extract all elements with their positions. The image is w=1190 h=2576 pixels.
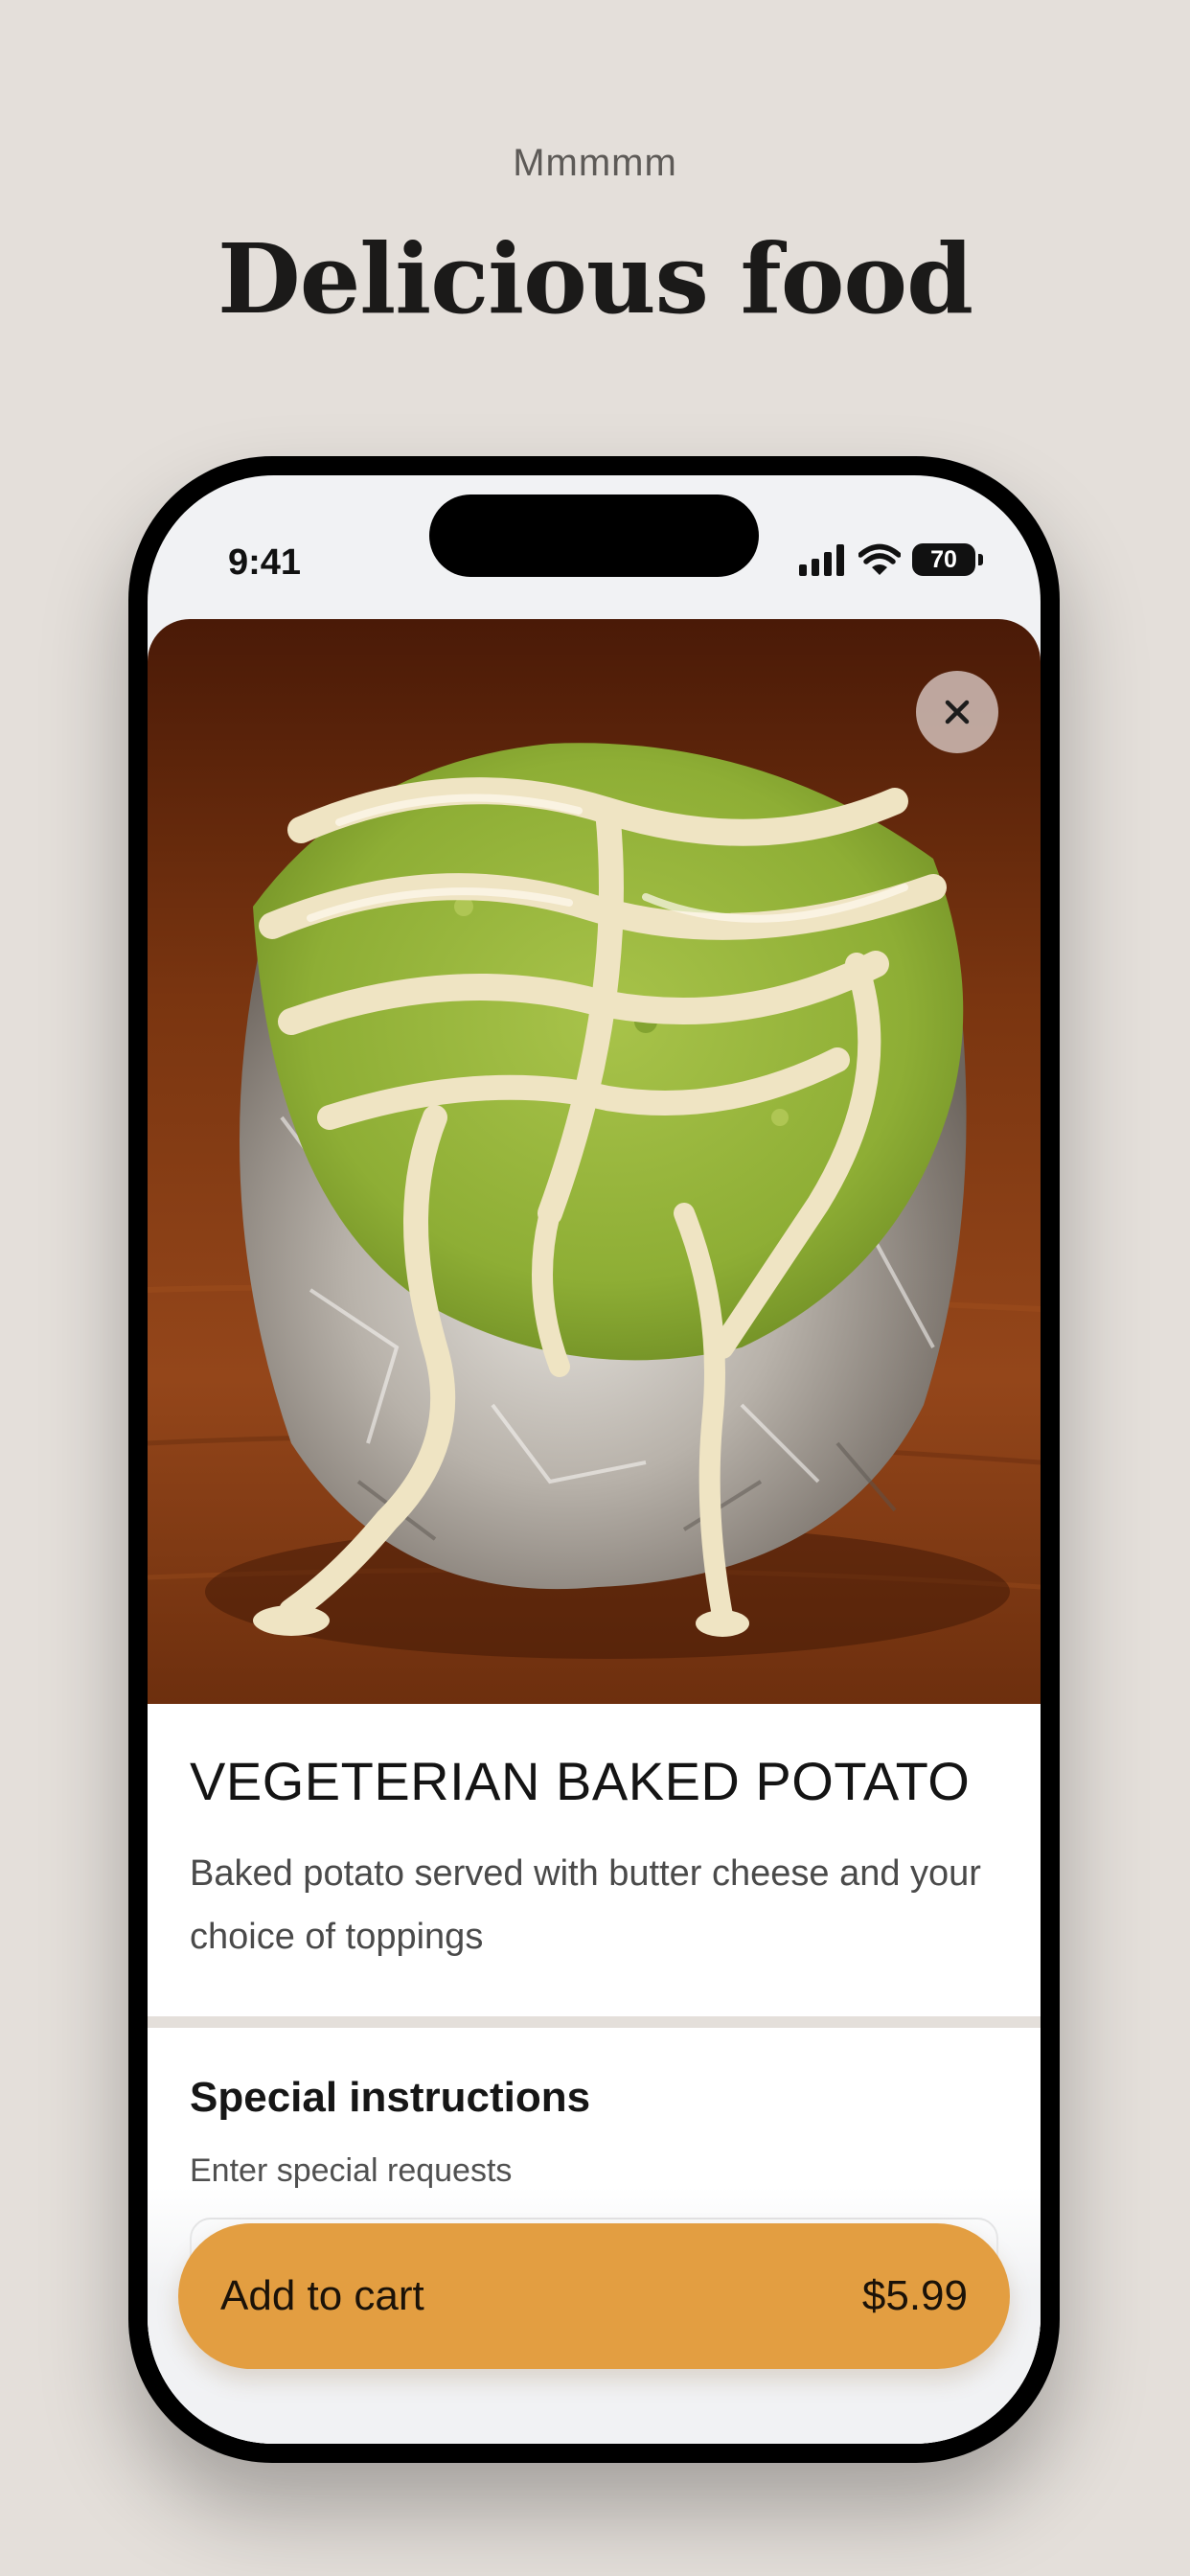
phone-screen: 9:41 70 VEGETERIAN BAKED POTATO Baked po… [148, 475, 1041, 2444]
battery-level: 70 [930, 546, 957, 573]
phone-frame: 9:41 70 VEGETERIAN BAKED POTATO Baked po… [128, 456, 1060, 2463]
status-icons: 70 [799, 539, 983, 581]
page-eyebrow: Mmmmm [513, 142, 677, 184]
dynamic-island [429, 494, 759, 577]
product-sheet: VEGETERIAN BAKED POTATO Baked potato ser… [148, 619, 1041, 2444]
product-description: Baked potato served with butter cheese a… [190, 1853, 981, 1957]
status-time: 9:41 [228, 542, 302, 583]
section-divider [148, 2016, 1041, 2028]
product-title: VEGETERIAN BAKED POTATO [190, 1751, 971, 1811]
cart-price: $5.99 [861, 2272, 968, 2319]
wifi-icon [858, 543, 901, 575]
battery-icon: 70 [912, 543, 983, 576]
special-instructions-title: Special instructions [190, 2074, 591, 2121]
special-instructions-subtitle: Enter special requests [190, 2152, 513, 2189]
cellular-signal-icon [799, 544, 844, 576]
close-icon [945, 700, 970, 724]
page-title: Delicious food [217, 222, 973, 335]
close-button[interactable] [916, 671, 998, 753]
add-to-cart-label: Add to cart [220, 2272, 424, 2319]
add-to-cart-button[interactable]: Add to cart $5.99 [178, 2223, 1010, 2369]
baked-potato-photo [148, 619, 1041, 1704]
